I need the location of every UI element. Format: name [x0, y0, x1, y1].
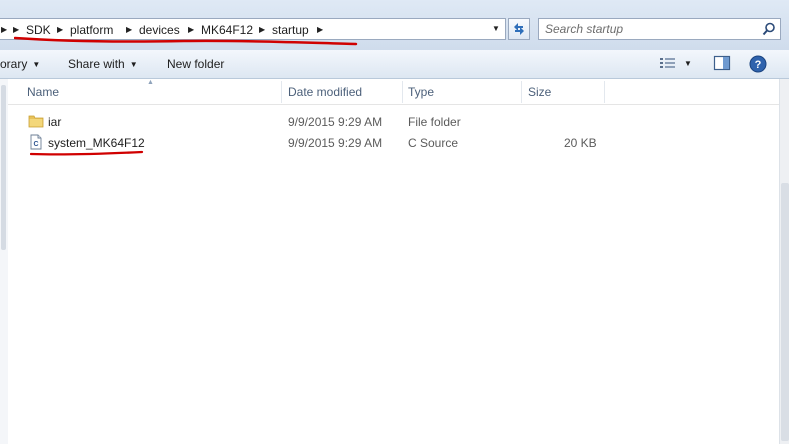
file-list: ▲ Name Date modified Type Size iar 9/9/2… — [8, 79, 779, 444]
file-type: File folder — [408, 115, 461, 129]
file-type: C Source — [408, 136, 459, 150]
refresh-icon — [514, 23, 524, 35]
column-divider[interactable] — [402, 81, 403, 103]
navigation-scrollbar-thumb[interactable] — [1, 85, 6, 250]
column-divider[interactable] — [521, 81, 522, 103]
share-with-button[interactable]: Share with ▼ — [68, 56, 138, 72]
column-date-modified[interactable]: Date modified — [288, 79, 362, 104]
red-annotation-underline — [14, 36, 358, 46]
include-in-library-label: orary — [0, 57, 28, 71]
new-folder-button[interactable]: New folder — [167, 56, 224, 72]
column-type[interactable]: Type — [408, 79, 434, 104]
column-name[interactable]: Name — [27, 79, 59, 104]
column-divider[interactable] — [281, 81, 282, 103]
command-bar: orary ▼ Share with ▼ New folder ▼ ? — [0, 50, 789, 79]
column-size[interactable]: Size — [528, 79, 551, 104]
file-name: system_MK64F12 — [48, 136, 145, 150]
share-with-label: Share with — [68, 57, 125, 71]
include-in-library-button[interactable]: orary ▼ — [0, 56, 40, 72]
sort-ascending-icon: ▲ — [147, 79, 154, 86]
preview-pane-button[interactable] — [713, 55, 731, 74]
help-button[interactable]: ? — [749, 55, 767, 76]
file-date-modified: 9/9/2015 9:29 AM — [288, 115, 383, 129]
help-icon: ? — [749, 55, 767, 73]
search-input[interactable] — [545, 21, 755, 37]
svg-text:?: ? — [755, 59, 762, 71]
search-box[interactable] — [538, 18, 781, 40]
red-annotation-underline — [30, 150, 144, 156]
navigation-bar: ▶ ▶ SDK ▶ platform ▶ devices ▶ MK64F12 ▶… — [0, 0, 789, 50]
column-divider[interactable] — [604, 81, 605, 103]
c-source-file-icon: C — [30, 134, 42, 150]
breadcrumb-separator-icon[interactable]: ▶ — [1, 22, 7, 38]
view-dropdown-icon[interactable]: ▼ — [684, 56, 692, 72]
address-dropdown-icon[interactable]: ▼ — [488, 19, 504, 39]
view-options-button[interactable] — [659, 55, 677, 74]
chevron-down-icon: ▼ — [129, 60, 138, 69]
folder-icon — [28, 115, 44, 128]
vertical-scrollbar[interactable] — [779, 79, 789, 444]
column-header: ▲ Name Date modified Type Size — [8, 79, 779, 105]
refresh-button[interactable] — [508, 18, 530, 40]
file-row-iar[interactable]: iar 9/9/2015 9:29 AM File folder — [8, 112, 779, 132]
file-date-modified: 9/9/2015 9:29 AM — [288, 136, 383, 150]
chevron-down-icon: ▼ — [32, 60, 41, 69]
search-icon[interactable] — [762, 22, 776, 36]
vertical-scrollbar-thumb[interactable] — [781, 183, 789, 441]
svg-text:C: C — [33, 141, 38, 148]
preview-pane-icon — [713, 55, 731, 71]
file-size: 20 KB — [564, 136, 597, 150]
file-name: iar — [48, 115, 62, 129]
view-options-icon — [660, 58, 675, 68]
